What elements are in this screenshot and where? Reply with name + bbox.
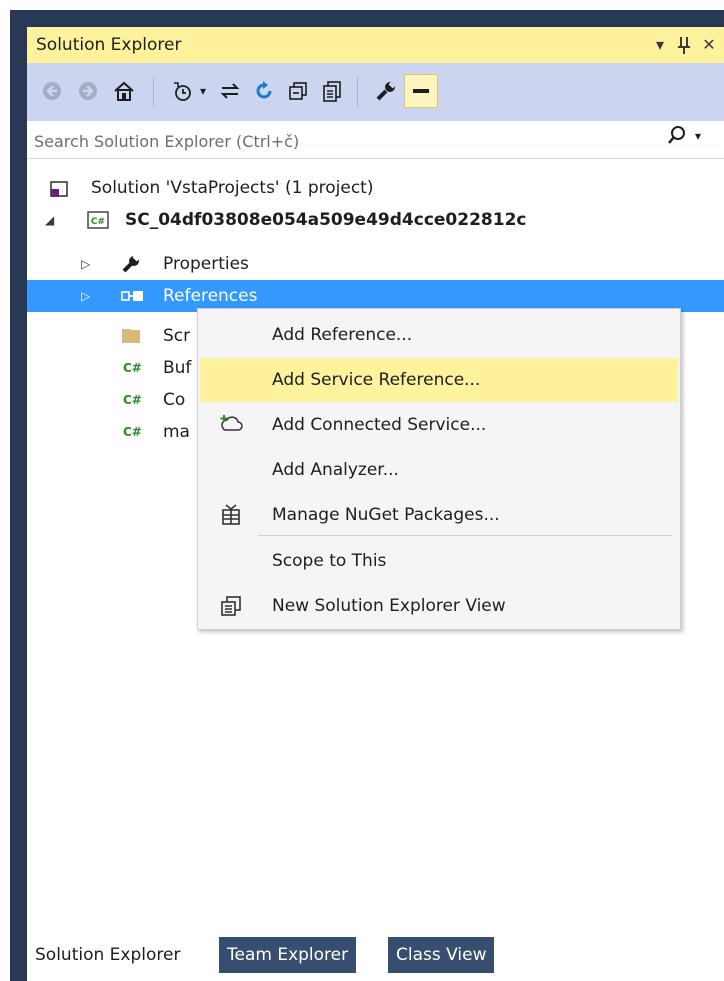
search-icon[interactable] <box>667 125 687 152</box>
svg-text:C#: C# <box>91 217 105 227</box>
home-icon[interactable] <box>109 76 139 106</box>
refresh-icon[interactable] <box>249 76 279 106</box>
search-box: ▾ <box>27 121 724 159</box>
tree-item-label: Solution 'VstaProjects' (1 project) <box>91 178 374 198</box>
menu-item-label: Add Analyzer... <box>272 460 399 480</box>
preview-selected-items-icon[interactable] <box>404 74 438 108</box>
sync-with-active-document-icon[interactable] <box>215 76 245 106</box>
properties-icon[interactable] <box>371 76 401 106</box>
search-input[interactable] <box>32 127 636 155</box>
tree-item-label: SC_04df03808e054a509e49d4cce022812c <box>125 210 527 230</box>
tree-item-properties[interactable]: ▷ Properties <box>27 248 724 280</box>
collapse-all-icon[interactable] <box>283 76 313 106</box>
title-bar[interactable]: Solution Explorer ▾ ✕ <box>27 27 724 63</box>
close-icon[interactable]: ✕ <box>696 27 722 63</box>
menu-item-add-connected-service[interactable]: Add Connected Service... <box>200 403 678 447</box>
menu-separator <box>258 535 672 536</box>
menu-item-label: Add Reference... <box>272 325 413 345</box>
context-menu: Add Reference... Add Service Reference..… <box>197 308 681 630</box>
collapsed-arrow-icon[interactable]: ▷ <box>81 248 90 280</box>
tree-item-label: Properties <box>163 254 249 274</box>
nuget-package-icon <box>216 493 246 543</box>
tree-item-project[interactable]: ◢ C# SC_04df03808e054a509e49d4cce022812c <box>27 204 724 236</box>
menu-item-label: New Solution Explorer View <box>272 596 506 616</box>
tree-item-label: Co <box>163 390 186 410</box>
tab-class-view[interactable]: Class View <box>388 937 495 973</box>
collapsed-arrow-icon[interactable]: ▷ <box>81 280 90 312</box>
tree-item-label: Buf <box>163 358 192 378</box>
pending-changes-filter-icon[interactable] <box>167 76 197 106</box>
menu-item-add-reference[interactable]: Add Reference... <box>200 313 678 357</box>
tab-solution-explorer[interactable]: Solution Explorer <box>27 937 189 973</box>
filter-dropdown-icon[interactable]: ▾ <box>195 76 211 106</box>
new-view-icon <box>216 584 246 634</box>
search-options-dropdown-icon[interactable]: ▾ <box>695 129 701 143</box>
expanded-arrow-icon[interactable]: ◢ <box>45 204 54 236</box>
menu-item-new-solution-explorer-view[interactable]: New Solution Explorer View <box>200 584 678 628</box>
csharp-file-icon: C# <box>123 393 142 407</box>
toolbar: ▾ <box>27 63 724 121</box>
pin-icon[interactable] <box>672 27 696 63</box>
menu-item-add-analyzer[interactable]: Add Analyzer... <box>200 448 678 492</box>
forward-icon[interactable] <box>73 76 103 106</box>
menu-item-label: Manage NuGet Packages... <box>272 505 500 525</box>
menu-item-manage-nuget-packages[interactable]: Manage NuGet Packages... <box>200 493 678 537</box>
toolbar-separator <box>357 77 358 107</box>
back-icon[interactable] <box>37 76 67 106</box>
tab-team-explorer[interactable]: Team Explorer <box>219 937 357 973</box>
pin-glyph <box>678 37 690 54</box>
menu-item-add-service-reference[interactable]: Add Service Reference... <box>200 358 678 402</box>
window-position-dropdown-icon[interactable]: ▾ <box>648 27 672 63</box>
menu-item-label: Add Service Reference... <box>272 370 481 390</box>
connected-service-icon <box>216 403 246 453</box>
tree-item-label: ma <box>163 422 190 442</box>
tree-item-label: Scr <box>163 326 191 346</box>
csharp-file-icon: C# <box>123 361 142 375</box>
toolbar-separator <box>153 77 154 107</box>
panel-title: Solution Explorer <box>36 35 182 55</box>
tree-item-solution[interactable]: Solution 'VstaProjects' (1 project) <box>27 172 724 204</box>
csharp-project-icon: C# <box>87 204 109 240</box>
csharp-file-icon: C# <box>123 425 142 439</box>
menu-item-scope-to-this[interactable]: Scope to This <box>200 539 678 583</box>
references-icon <box>121 280 145 314</box>
menu-item-label: Add Connected Service... <box>272 415 487 435</box>
folder-icon <box>121 320 141 355</box>
menu-item-label: Scope to This <box>272 551 387 571</box>
show-all-files-icon[interactable] <box>317 76 347 106</box>
